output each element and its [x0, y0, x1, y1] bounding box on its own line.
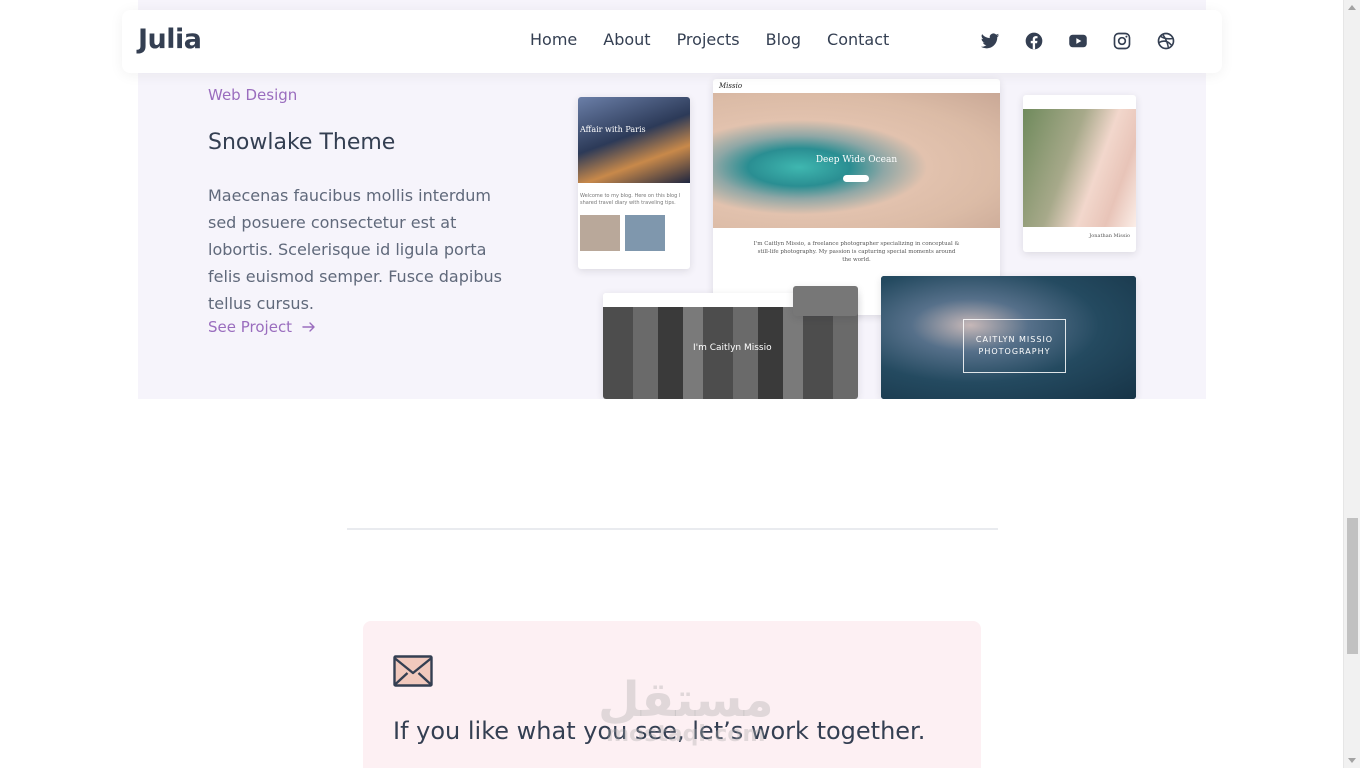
youtube-icon[interactable]	[1068, 31, 1088, 51]
mockup-travel-text: Welcome to my blog. Here on this blog I …	[580, 193, 681, 206]
project-category: Web Design	[208, 86, 298, 104]
site-header: Julia Home About Projects Blog Contact	[122, 10, 1222, 73]
page-scrollbar[interactable]	[1343, 0, 1360, 768]
mockup-photography-title: CAITLYN MISSIO PHOTOGRAPHY	[963, 319, 1066, 373]
mockup-ocean-text: I'm Caitlyn Missio, a freelance photogra…	[753, 241, 960, 263]
contact-cta-card: If you like what you see, let’s work tog…	[363, 621, 981, 768]
mockup-travel-title: Affair with Paris	[580, 125, 646, 134]
mockup-ocean-logo: Missio	[719, 82, 743, 90]
nav-projects[interactable]: Projects	[677, 30, 740, 49]
mockup-small-photo	[793, 286, 858, 316]
mockup-travel-blog: Affair with Paris Welcome to my blog. He…	[578, 97, 690, 269]
scrollbar-thumb[interactable]	[1347, 518, 1358, 654]
scroll-down-arrow[interactable]	[1348, 758, 1356, 763]
mockup-portrait: Jonathan Missio	[1023, 95, 1136, 252]
mockup-photography: CAITLYN MISSIO PHOTOGRAPHY	[881, 276, 1136, 399]
mockup-gallery-title: I'm Caitlyn Missio	[693, 343, 772, 353]
nav-home[interactable]: Home	[530, 30, 577, 49]
twitter-icon[interactable]	[980, 31, 1000, 51]
nav-about[interactable]: About	[603, 30, 650, 49]
nav-blog[interactable]: Blog	[766, 30, 801, 49]
mockup-ocean-title: Deep Wide Ocean	[815, 155, 898, 165]
mail-icon	[393, 655, 433, 687]
scroll-up-arrow[interactable]	[1348, 5, 1356, 10]
nav-contact[interactable]: Contact	[827, 30, 889, 49]
site-logo[interactable]: Julia	[138, 24, 202, 55]
main-nav: Home About Projects Blog Contact	[530, 30, 889, 49]
project-description: Maecenas faucibus mollis interdum sed po…	[208, 186, 502, 313]
social-links	[980, 31, 1176, 51]
see-project-link[interactable]: See Project	[208, 318, 316, 336]
instagram-icon[interactable]	[1112, 31, 1132, 51]
project-image-collage: Affair with Paris Welcome to my blog. He…	[578, 75, 1138, 399]
facebook-icon[interactable]	[1024, 31, 1044, 51]
dribbble-icon[interactable]	[1156, 31, 1176, 51]
cta-heading: If you like what you see, let’s work tog…	[393, 717, 926, 745]
arrow-right-icon	[302, 322, 315, 332]
see-project-label: See Project	[208, 318, 293, 336]
mockup-portrait-text: Jonathan Missio	[1089, 233, 1130, 239]
project-title: Snowlake Theme	[208, 130, 396, 155]
section-divider	[347, 528, 998, 530]
